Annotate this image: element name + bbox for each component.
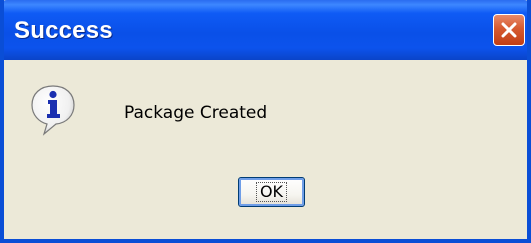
- close-icon: [501, 22, 517, 38]
- dialog-body: Package Created OK: [4, 60, 527, 239]
- title-bar[interactable]: Success: [4, 0, 527, 60]
- info-icon: [31, 85, 75, 136]
- ok-button[interactable]: OK: [238, 177, 305, 207]
- close-button[interactable]: [493, 14, 525, 46]
- dialog-message: Package Created: [124, 103, 268, 123]
- dialog-title: Success: [14, 17, 113, 44]
- ok-button-label: OK: [255, 182, 288, 202]
- success-dialog: Success Package Created OK: [0, 0, 531, 243]
